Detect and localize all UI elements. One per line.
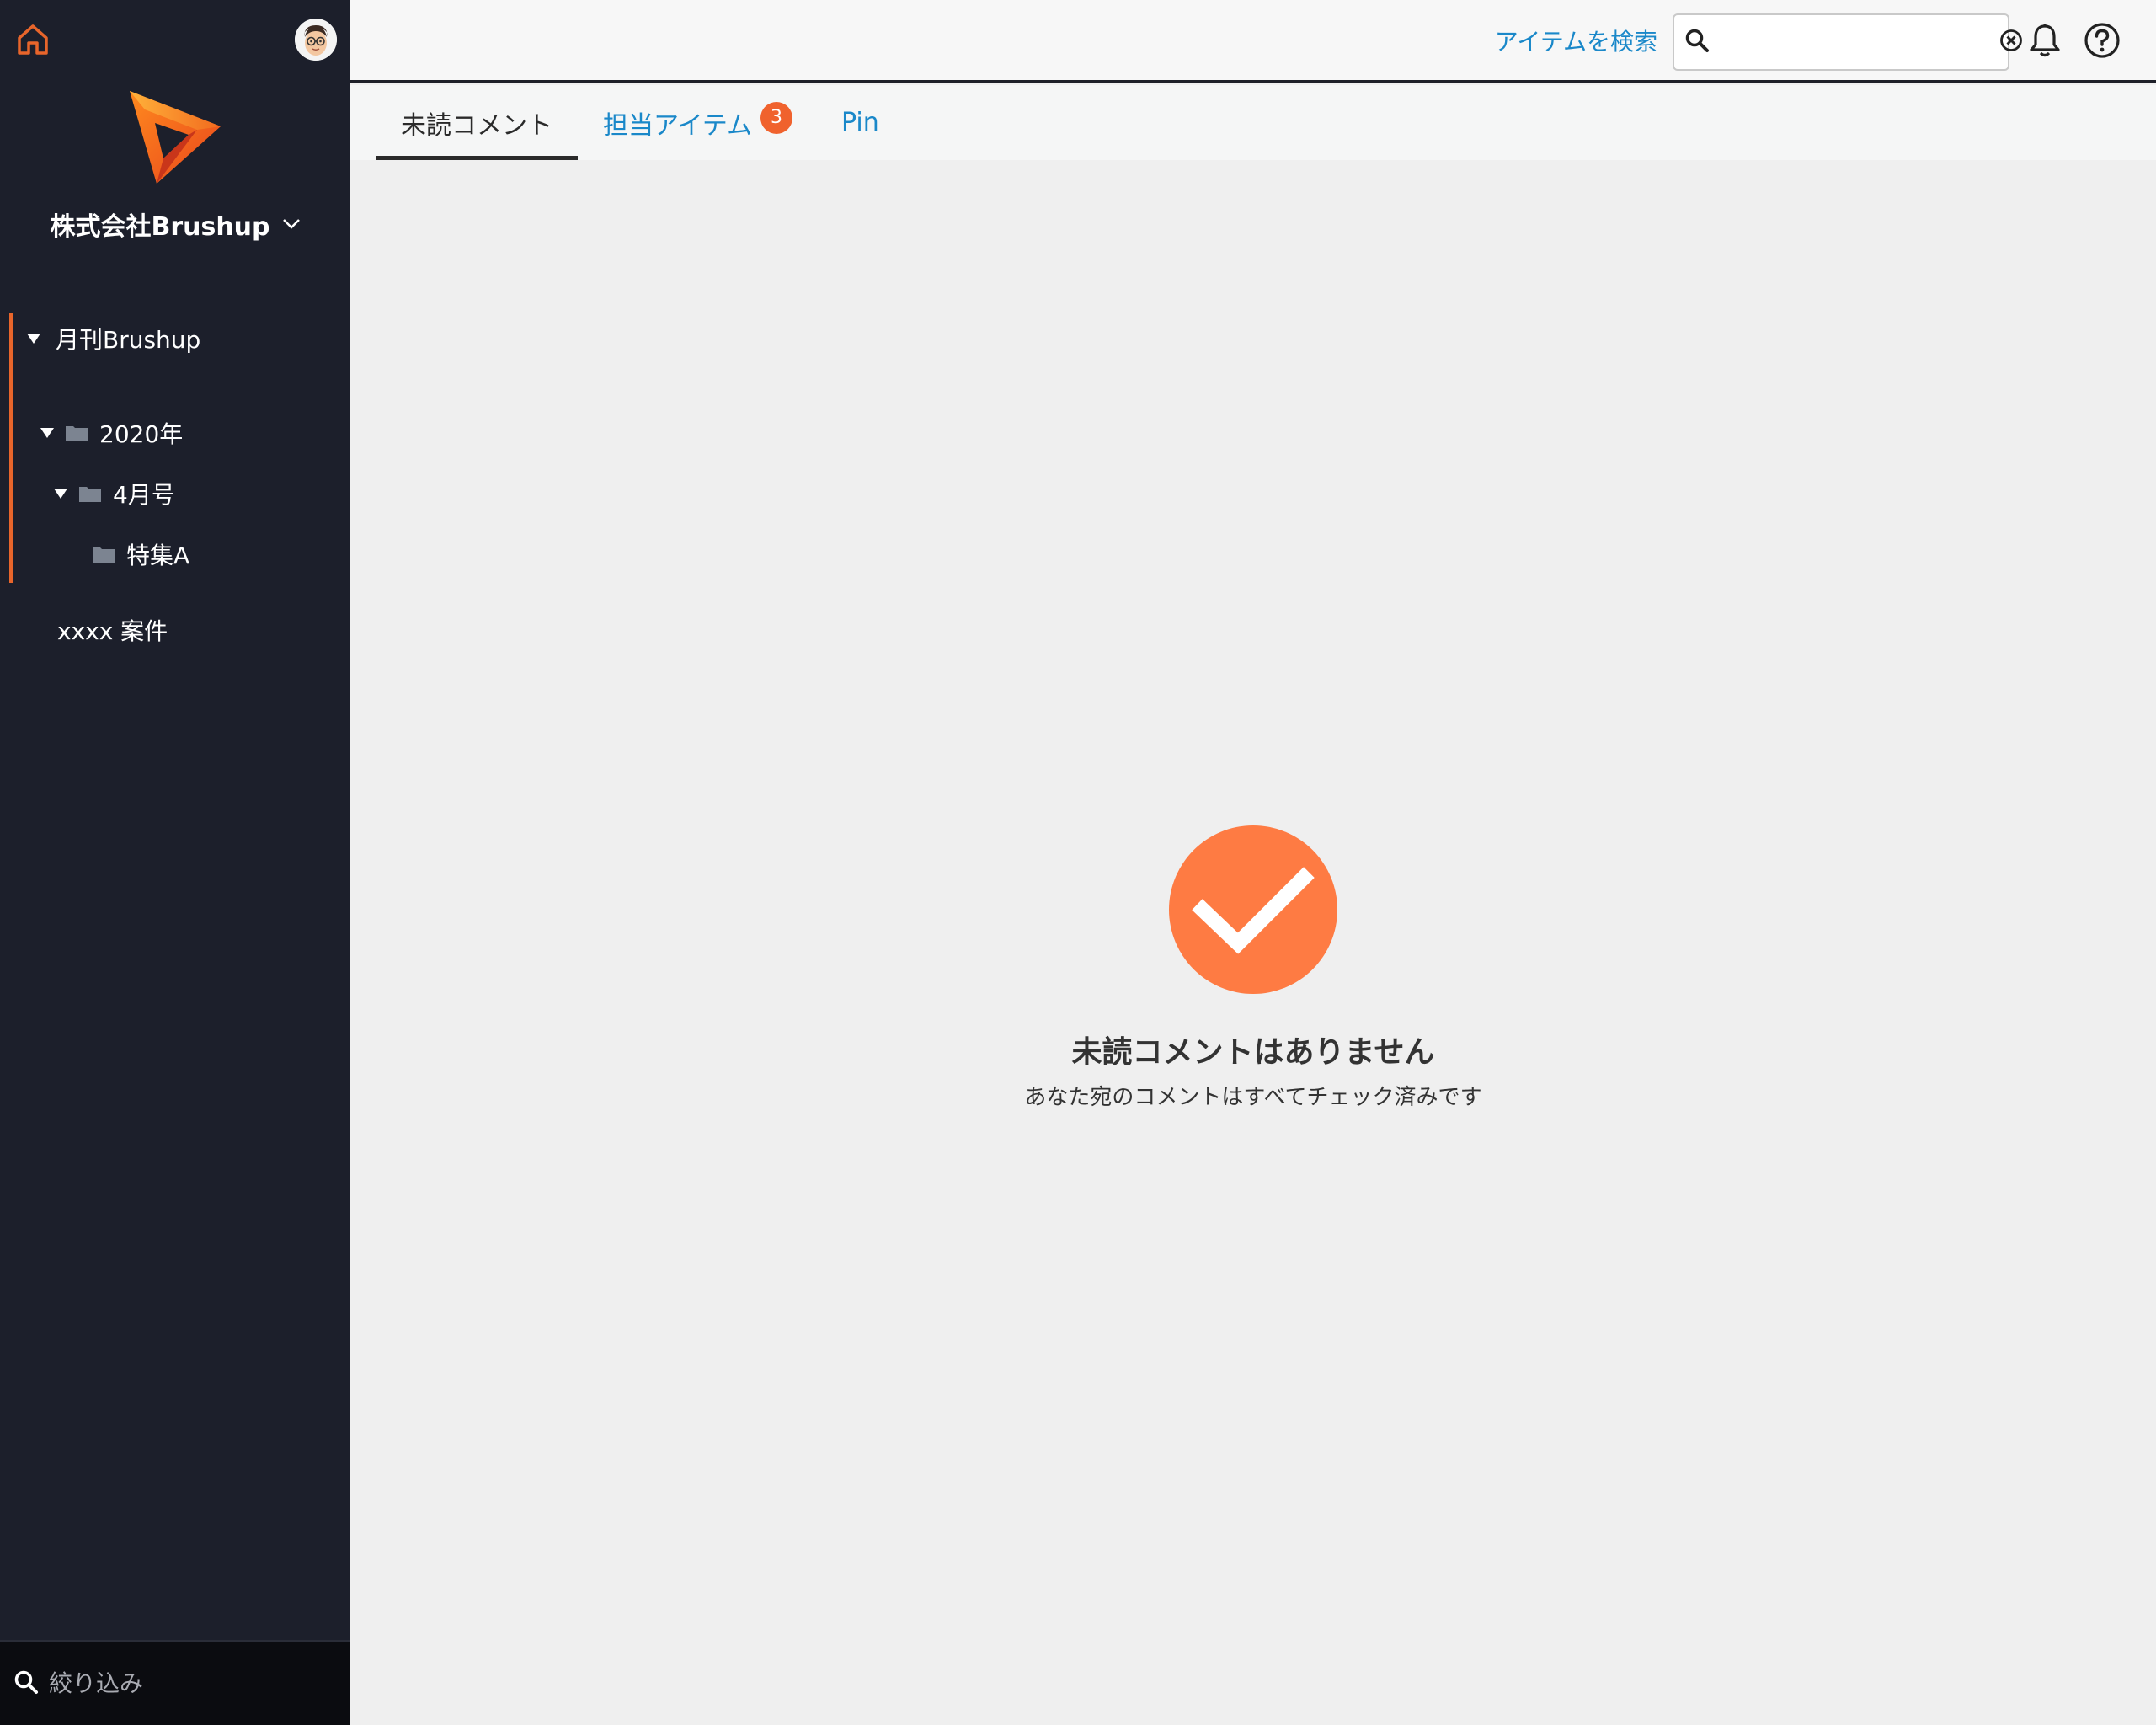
bell-icon[interactable] (2026, 22, 2063, 59)
tree-item-feature-a[interactable]: 特集A (0, 537, 350, 571)
caret-down-icon[interactable] (27, 334, 40, 344)
folder-icon (79, 485, 101, 502)
tab-pin[interactable]: Pin (841, 85, 879, 160)
chevron-down-icon (282, 218, 301, 230)
caret-down-icon[interactable] (54, 489, 67, 499)
clear-icon[interactable] (1999, 29, 2023, 56)
filter-bar (0, 1640, 350, 1725)
empty-state: 未読コメントはありません あなた宛のコメントはすべてチェック済みです (350, 160, 2156, 1725)
tree-item-label: 特集A (126, 542, 190, 569)
search-box[interactable] (1673, 13, 2022, 71)
checkmark-icon (1169, 825, 1337, 994)
folder-icon (66, 425, 88, 441)
search-input[interactable] (1716, 29, 1993, 56)
tree-item-monthly-brushup[interactable]: 月刊Brushup (0, 313, 350, 364)
home-button[interactable] (12, 20, 54, 62)
sidebar: 株式会社Brushup 月刊Brushup 2020年 4月号 特集A xxxx… (0, 0, 350, 1725)
tree-item-project[interactable]: xxxx 案件 (0, 605, 350, 655)
tree-item-2020[interactable]: 2020年 (0, 416, 350, 450)
avatar[interactable] (295, 19, 337, 61)
search-icon (13, 1669, 39, 1698)
tab-unread-comments[interactable]: 未読コメント (401, 85, 552, 160)
tab-label: 担当アイテム (603, 110, 752, 141)
search-icon (1684, 28, 1710, 56)
empty-state-description: あなた宛のコメントはすべてチェック済みです (1024, 1085, 1482, 1110)
home-icon (14, 21, 51, 61)
caret-down-icon[interactable] (40, 428, 54, 438)
tree-item-label: xxxx 案件 (57, 617, 168, 645)
tree-item-label: 2020年 (99, 420, 184, 448)
tree-item-label: 4月号 (113, 481, 175, 509)
brushup-logo (126, 84, 227, 187)
help-icon[interactable] (2084, 22, 2121, 59)
tab-label: 未読コメント (401, 110, 552, 141)
filter-input[interactable] (47, 1669, 334, 1698)
top-header: アイテムを検索 (350, 0, 2156, 83)
tree-item-april-issue[interactable]: 4月号 (0, 477, 350, 510)
search-items-link[interactable]: アイテムを検索 (1495, 24, 1657, 57)
tree-item-label: 月刊Brushup (56, 326, 201, 354)
tab-bar: 未読コメント 担当アイテム 3 Pin (350, 85, 2156, 160)
organization-name: 株式会社Brushup (50, 212, 270, 242)
folder-icon (93, 546, 115, 563)
empty-state-title: 未読コメントはありません (1071, 1035, 1435, 1070)
count-badge: 3 (760, 101, 792, 134)
tab-assigned-items[interactable]: 担当アイテム 3 (603, 85, 792, 160)
organization-selector[interactable]: 株式会社Brushup (0, 206, 350, 243)
tab-label: Pin (841, 108, 879, 137)
